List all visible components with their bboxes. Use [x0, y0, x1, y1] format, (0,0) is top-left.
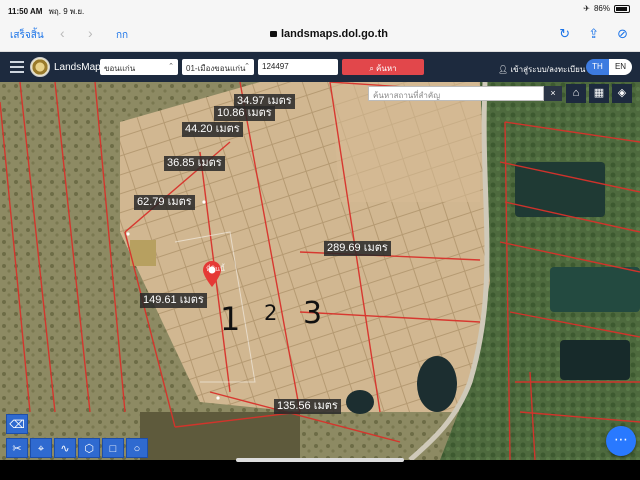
done-button[interactable]: เสร็จสิ้น	[10, 28, 44, 43]
plot-number: 2	[264, 301, 278, 325]
province-select[interactable]: ขอนแก่น ⌃	[100, 59, 178, 75]
layers-icon[interactable]: ◈	[612, 84, 632, 103]
chevron-down-icon: ⌃	[168, 63, 174, 70]
dimension-label: 289.69 เมตร	[324, 241, 391, 256]
dimension-label: 135.56 เมตร	[274, 399, 341, 414]
dimension-label: 36.85 เมตร	[164, 156, 225, 171]
browser-actions: ↻ ⇪ ⊘	[559, 26, 628, 42]
lang-en-option[interactable]: EN	[609, 59, 632, 75]
status-time: 11:50 AM	[8, 7, 43, 16]
reader-button[interactable]: กก	[116, 28, 128, 43]
login-link[interactable]: 👤︎ เข้าสู่ระบบ/ลงทะเบียน	[498, 63, 585, 76]
language-toggle[interactable]: TH EN	[586, 59, 632, 75]
plot-number: 3	[303, 296, 323, 331]
status-date: พฤ. 9 พ.ย.	[48, 7, 85, 16]
home-icon[interactable]: ⌂	[566, 84, 586, 103]
search-button[interactable]: ⌕ ค้นหา	[342, 59, 424, 75]
dimension-label: 44.20 เมตร	[182, 122, 243, 137]
url-text: landsmaps.dol.go.th	[281, 28, 388, 40]
place-label: ที่ดินนี้	[206, 266, 225, 273]
line-tool-icon[interactable]: ∿	[54, 438, 76, 458]
drawing-toolbar: ✂ ⌖ ∿ ⬡ □ ○	[6, 438, 148, 458]
map-controls: ⌂ ▦ ◈	[566, 84, 632, 103]
dimension-label: 149.61 เมตร	[140, 293, 207, 308]
address-bar[interactable]: landsmaps.dol.go.th	[270, 28, 388, 40]
airplane-icon: ✈	[583, 4, 590, 13]
district-select[interactable]: 01-เมืองขอนแก่น ⌃	[182, 59, 254, 75]
back-icon[interactable]: ‹	[60, 25, 65, 41]
battery-icon	[614, 4, 630, 13]
circle-tool-icon[interactable]: ○	[126, 438, 148, 458]
status-left: 11:50 AM พฤ. 9 พ.ย.	[8, 5, 84, 18]
battery-percent: 86%	[593, 4, 610, 13]
more-options-button[interactable]: ⋯	[606, 426, 636, 456]
brand-name: LandsMaps	[54, 62, 106, 73]
parcel-number-input[interactable]: 124497	[258, 59, 338, 75]
close-icon[interactable]: ×	[544, 86, 562, 101]
home-indicator	[236, 458, 404, 462]
reload-icon[interactable]: ↻	[559, 26, 570, 42]
plot-number: 1	[220, 300, 241, 338]
pin-tool-icon[interactable]: ⌖	[30, 438, 52, 458]
rectangle-tool-icon[interactable]: □	[102, 438, 124, 458]
bottom-safe-area	[0, 460, 640, 480]
forward-icon[interactable]: ›	[88, 25, 93, 41]
status-bar: 11:50 AM พฤ. 9 พ.ย. ✈ 86%	[0, 0, 640, 18]
app-header: LandsMaps ขอนแก่น ⌃ 01-เมืองขอนแก่น ⌃ 12…	[0, 52, 640, 82]
hamburger-menu-icon[interactable]	[10, 61, 24, 73]
search-button-label: ค้นหา	[376, 64, 397, 73]
dimension-label: 62.79 เมตร	[134, 195, 195, 210]
place-search-input[interactable]: ค้นหาสถานที่สำคัญ	[368, 86, 544, 101]
lang-th-option[interactable]: TH	[586, 59, 609, 75]
share-icon[interactable]: ⇪	[588, 26, 599, 42]
compass-icon[interactable]: ⊘	[617, 26, 628, 42]
eraser-icon[interactable]: ⌫	[6, 414, 28, 434]
province-value: ขอนแก่น	[104, 64, 136, 73]
grid-icon[interactable]: ▦	[589, 84, 609, 103]
browser-toolbar: เสร็จสิ้น ‹ › กก landsmaps.dol.go.th ↻ ⇪…	[0, 18, 640, 52]
measure-tool-icon[interactable]: ✂	[6, 438, 28, 458]
login-label: เข้าสู่ระบบ/ลงทะเบียน	[510, 65, 586, 74]
polygon-tool-icon[interactable]: ⬡	[78, 438, 100, 458]
district-value: 01-เมืองขอนแก่น	[186, 64, 246, 73]
map-view[interactable]: 34.97 เมตร 10.86 เมตร 44.20 เมตร 36.85 เ…	[0, 82, 640, 460]
lock-icon	[270, 31, 277, 37]
chevron-down-icon: ⌃	[244, 63, 250, 70]
dimension-label: 10.86 เมตร	[214, 106, 275, 121]
status-right: ✈ 86%	[583, 4, 630, 13]
user-icon: 👤︎	[498, 65, 511, 74]
dol-logo	[30, 57, 50, 77]
